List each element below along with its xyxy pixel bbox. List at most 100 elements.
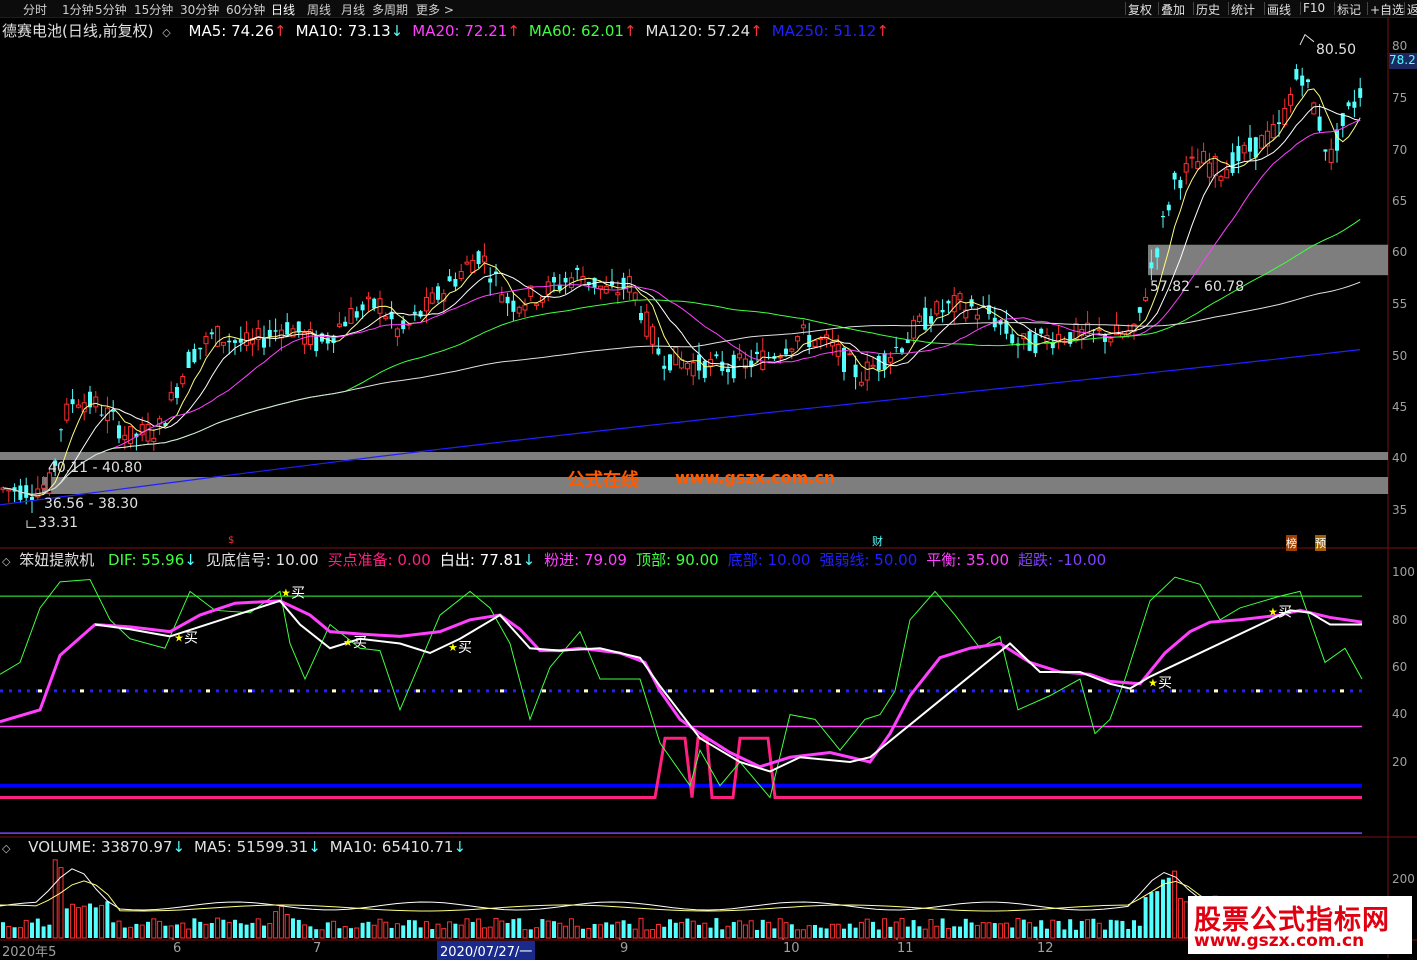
toolbar-button-4[interactable]: 画线: [1267, 1, 1291, 18]
candle-body: [383, 316, 389, 320]
candle-body: [894, 346, 899, 348]
candle-body: [847, 353, 853, 356]
indicator_panel-items-item-3: 白出: 77.81: [439, 551, 523, 569]
volume-bar: [998, 923, 1004, 939]
volume-bar: [1161, 879, 1165, 938]
main_panel-ma-item-2: MA20: 72.21: [412, 22, 508, 40]
toolbar-button-6[interactable]: 标记: [1337, 1, 1361, 18]
volume-bar: [198, 921, 203, 938]
zone-low-label: 36.56 - 38.30: [44, 496, 139, 512]
candle-body: [365, 296, 371, 300]
indicator_panel-items-item-2: 买点准备: 0.00: [327, 551, 431, 569]
volume-bar: [563, 925, 569, 939]
volume-bar: [377, 918, 383, 939]
finance-event-marker[interactable]: 财: [872, 533, 883, 549]
trend-arrow-icon: ↑: [274, 22, 287, 40]
date-axis-label: 11: [897, 941, 914, 956]
volume-bar: [360, 922, 365, 938]
volume-bar: [813, 924, 817, 938]
candle-body: [929, 316, 933, 324]
volume-bar: [134, 923, 139, 938]
period-tab-7[interactable]: 周线: [307, 1, 331, 18]
volume-bar: [974, 924, 980, 939]
zone-mid-label: 40.11 - 40.80: [48, 460, 143, 476]
strength-dot: [752, 689, 756, 693]
volume-bar: [1103, 929, 1107, 938]
candle-body: [1137, 307, 1142, 313]
period-tab-4[interactable]: 30分钟: [180, 1, 219, 18]
volume-bar: [1027, 922, 1033, 939]
candle-body: [876, 355, 881, 371]
toolbar-button-8[interactable]: 返: [1407, 1, 1417, 18]
strength-dot: [584, 689, 588, 693]
candle-body: [650, 326, 656, 345]
volume-bar: [986, 922, 992, 939]
toolbar-button-3[interactable]: 统计: [1231, 1, 1255, 18]
candle-body: [233, 340, 237, 343]
candle-body: [186, 351, 191, 368]
volume-bar: [93, 907, 98, 938]
volume-bar: [655, 924, 661, 939]
volume-bar: [720, 929, 725, 938]
volume-bar: [99, 904, 105, 939]
toolbar-button-0[interactable]: 复权: [1128, 1, 1152, 18]
candle-body: [412, 311, 417, 314]
toolbar-button-1[interactable]: 叠加: [1161, 1, 1185, 18]
strength-dot: [80, 689, 84, 693]
candle-body: [835, 344, 841, 357]
candle-body: [1206, 162, 1212, 178]
brand-url: www.gszx.com.cn: [1194, 931, 1365, 951]
rank-event-marker[interactable]: 榜: [1286, 535, 1297, 551]
volume-bar: [597, 924, 603, 939]
candle-body: [117, 425, 121, 439]
volume-settings-icon[interactable]: ◇: [2, 842, 10, 855]
toolbar-button-7[interactable]: +自选: [1370, 1, 1404, 18]
toolbar-button-2[interactable]: 历史: [1196, 1, 1220, 18]
volume-bar: [1079, 920, 1084, 938]
period-tab-8[interactable]: 月线: [341, 1, 365, 18]
period-tab-10[interactable]: 更多 >: [416, 1, 454, 18]
price-axis-tick: 50: [1392, 349, 1408, 363]
volume-bar: [250, 922, 255, 938]
candle-body: [610, 281, 614, 286]
volume-bar: [23, 919, 29, 939]
period-tab-9[interactable]: 多周期: [372, 1, 408, 18]
volume-bar: [963, 918, 968, 938]
period-tab-3[interactable]: 15分钟: [134, 1, 173, 18]
volume-bar: [952, 926, 957, 938]
indicator-axis-tick: 40: [1392, 707, 1408, 721]
forecast-event-marker[interactable]: 预: [1315, 535, 1326, 551]
period-tab-6[interactable]: 日线: [271, 1, 295, 18]
volume-bar: [847, 923, 852, 938]
indicator-settings-icon[interactable]: ◇: [2, 555, 10, 568]
period-tab-5[interactable]: 60分钟: [226, 1, 265, 18]
candle-body: [1294, 69, 1299, 80]
toolbar-button-5[interactable]: F10: [1303, 1, 1325, 15]
period-tab-0[interactable]: 分时: [23, 1, 47, 18]
candle-body: [59, 429, 63, 431]
candle-body: [737, 353, 743, 359]
volume-bar: [128, 926, 134, 939]
main_panel-ma-item-1: MA10: 73.13: [295, 22, 391, 40]
candle-body: [348, 308, 354, 324]
strength-dot: [1088, 689, 1092, 693]
trend-arrow-icon: ↓: [453, 838, 467, 856]
candle-body: [436, 286, 440, 300]
brand-logo: 股票公式指标网 www.gszx.com.cn: [1188, 896, 1412, 954]
volume-bar: [215, 917, 221, 939]
volume-bar: [493, 917, 499, 939]
volume-bar: [922, 928, 928, 939]
settings-icon[interactable]: ◇: [162, 26, 170, 39]
volume-bar: [233, 919, 237, 938]
candle-body: [534, 303, 540, 306]
period-tab-1[interactable]: 1分钟: [62, 1, 94, 18]
candle-body: [1143, 296, 1149, 301]
candle-body: [423, 296, 429, 312]
volume-bar: [888, 926, 893, 938]
candle-body: [784, 348, 788, 355]
period-tab-2[interactable]: 5分钟: [95, 1, 127, 18]
candle-body: [505, 296, 510, 304]
indicator_panel-items-item-6: 底部: 10.00: [727, 551, 811, 569]
main-panel-header: 德赛电池(日线,前复权) ◇ MA5: 74.26↑ MA10: 73.13↓ MA…: [2, 20, 889, 41]
candle-body: [632, 292, 638, 301]
